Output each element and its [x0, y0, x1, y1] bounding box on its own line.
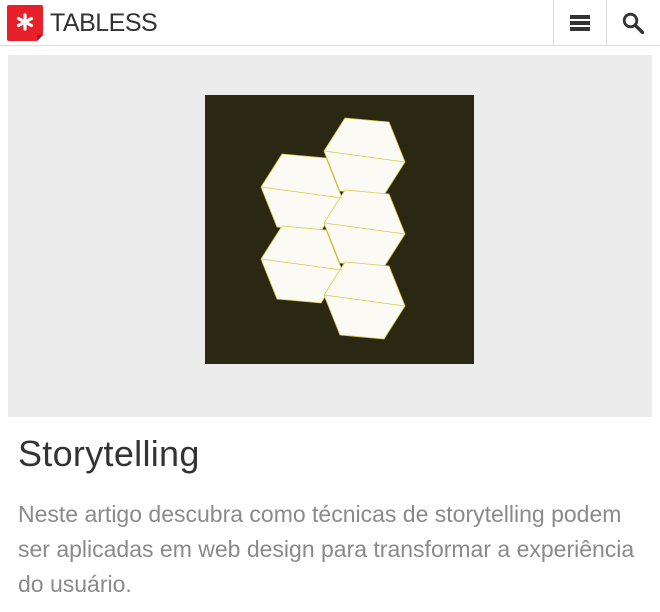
- logo-text: TABLESS: [50, 9, 158, 37]
- menu-icon: [570, 14, 590, 31]
- search-button[interactable]: [606, 0, 659, 45]
- article-title[interactable]: Storytelling: [18, 430, 200, 478]
- menu-button[interactable]: [553, 0, 606, 45]
- article-hero-image[interactable]: [8, 55, 652, 417]
- logo-asterisk-icon: [7, 5, 43, 41]
- top-bar: TABLESS: [0, 0, 660, 46]
- site-logo[interactable]: TABLESS: [7, 5, 158, 41]
- article-excerpt: Neste artigo descubra como técnicas de s…: [18, 501, 635, 597]
- search-icon: [622, 12, 644, 34]
